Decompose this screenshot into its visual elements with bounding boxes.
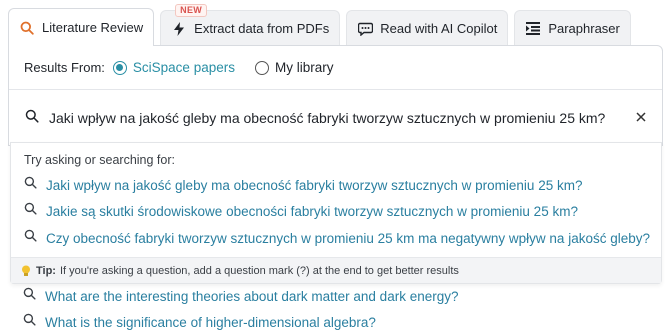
list-item[interactable]: What are the interesting theories about … xyxy=(23,287,458,305)
lightbulb-icon xyxy=(21,265,31,277)
suggestion-item[interactable]: Jakie są skutki środowiskowe obecności f… xyxy=(24,202,578,220)
tab-label: Read with AI Copilot xyxy=(380,21,498,36)
tab-bar: Literature Review NEW Extract data from … xyxy=(8,4,637,46)
suggestions-title: Try asking or searching for: xyxy=(24,153,175,167)
list-item-text[interactable]: What are the interesting theories about … xyxy=(45,289,458,304)
radio-scispace[interactable] xyxy=(112,60,127,75)
tab-read-copilot[interactable]: Read with AI Copilot xyxy=(346,10,509,46)
tip-label: Tip: xyxy=(36,264,56,277)
suggestion-text[interactable]: Czy obecność fabryki tworzyw sztucznych … xyxy=(46,231,650,246)
search-input[interactable]: Jaki wpływ na jakość gleby ma obecność f… xyxy=(9,90,662,146)
radio-label-scispace[interactable]: SciSpace papers xyxy=(133,60,235,75)
search-icon xyxy=(23,313,36,331)
search-icon xyxy=(19,20,35,36)
list-item[interactable]: What is the significance of higher-dimen… xyxy=(23,313,376,331)
new-badge: NEW xyxy=(175,4,208,17)
tab-label: Literature Review xyxy=(42,20,144,35)
tab-extract-data[interactable]: NEW Extract data from PDFs xyxy=(160,4,341,46)
tab-label: Extract data from PDFs xyxy=(194,21,330,36)
search-icon xyxy=(25,109,39,128)
bolt-icon xyxy=(171,21,187,37)
suggestions-dropdown: Try asking or searching for: Jaki wpływ … xyxy=(10,142,662,284)
tab-paraphraser[interactable]: Paraphraser xyxy=(514,10,631,46)
search-icon xyxy=(24,229,37,247)
search-query[interactable]: Jaki wpływ na jakość gleby ma obecność f… xyxy=(49,110,605,126)
search-icon xyxy=(24,176,37,194)
close-icon[interactable] xyxy=(634,110,648,124)
tab-label: Paraphraser xyxy=(548,21,620,36)
tab-literature-review[interactable]: Literature Review xyxy=(8,8,155,46)
suggestion-text[interactable]: Jakie są skutki środowiskowe obecności f… xyxy=(46,204,578,219)
suggestion-item[interactable]: Czy obecność fabryki tworzyw sztucznych … xyxy=(24,229,650,247)
tip-bar: Tip: If you're asking a question, add a … xyxy=(11,257,661,283)
chat-icon xyxy=(357,21,373,37)
results-from-row: Results From: SciSpace papers My library xyxy=(9,46,662,90)
list-item-text[interactable]: What is the significance of higher-dimen… xyxy=(45,315,376,330)
radio-label-my-library[interactable]: My library xyxy=(275,60,334,75)
search-panel: Results From: SciSpace papers My library… xyxy=(8,45,663,146)
suggestion-item[interactable]: Jaki wpływ na jakość gleby ma obecność f… xyxy=(24,176,582,194)
paraphrase-icon xyxy=(525,21,541,37)
results-from-label: Results From: xyxy=(24,60,105,75)
search-icon xyxy=(23,287,36,305)
suggestion-text[interactable]: Jaki wpływ na jakość gleby ma obecność f… xyxy=(46,178,582,193)
radio-my-library[interactable] xyxy=(254,60,269,75)
tip-text: If you're asking a question, add a quest… xyxy=(59,264,459,277)
search-icon xyxy=(24,202,37,220)
